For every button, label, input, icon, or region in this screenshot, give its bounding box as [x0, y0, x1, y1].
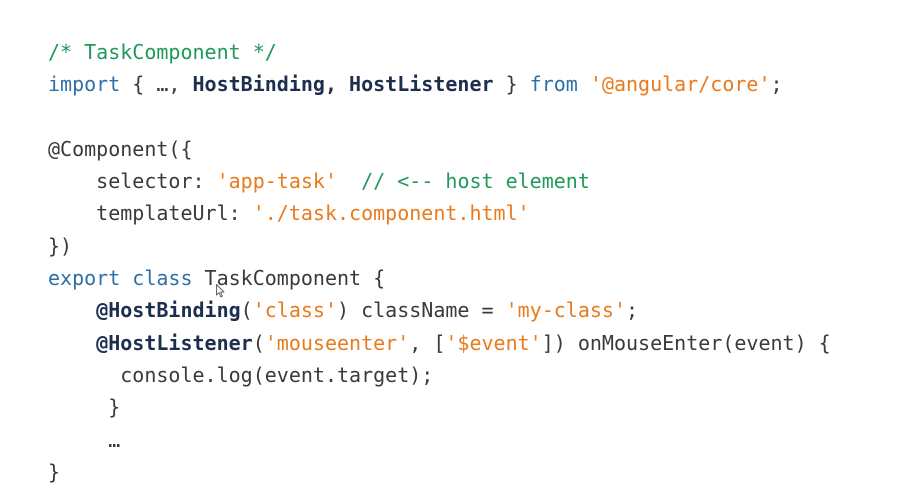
code-text: ) className =: [337, 298, 506, 323]
string-class: 'class': [252, 298, 338, 323]
keyword-from: from: [529, 72, 578, 97]
mouse-cursor-icon: [216, 284, 225, 298]
string-mouseenter: 'mouseenter': [264, 330, 410, 355]
code-line-6: templateUrl: './task.component.html': [48, 197, 831, 229]
code-text: ]) onMouseEnter(event) {: [541, 330, 831, 355]
code-text: ;: [770, 72, 783, 97]
code-text: console.log(event.target);: [48, 362, 434, 387]
code-comment: /* TaskComponent */: [48, 40, 277, 64]
code-text: (: [252, 330, 265, 355]
string-event: '$event': [445, 330, 542, 355]
code-line-9: @HostBinding('class') className = 'my-cl…: [48, 294, 831, 326]
code-line-1: /* TaskComponent */: [48, 36, 831, 68]
string-template-url: './task.component.html': [252, 201, 530, 226]
code-comment: // <-- host element: [361, 169, 590, 194]
code-line-8: export class TaskComponent {: [48, 262, 831, 294]
code-line-14: }: [48, 456, 831, 488]
code-line-5: selector: 'app-task' // <-- host element: [48, 165, 831, 197]
code-line-4: @Component({: [48, 133, 831, 165]
symbol-hostlistener: HostListener: [349, 72, 494, 97]
code-slide: /* TaskComponent */ import { …, HostBind…: [0, 0, 910, 501]
code-line-13: …: [48, 424, 831, 456]
decorator-hostlistener: @HostListener: [96, 330, 253, 355]
code-text: @Component({: [48, 136, 193, 161]
code-text: }): [48, 233, 73, 258]
code-text: …: [48, 427, 121, 452]
code-text: (: [240, 298, 253, 323]
code-line-12: }: [48, 391, 831, 423]
code-text: , [: [409, 330, 446, 355]
code-text: }: [493, 72, 530, 97]
string-module: '@angular/core': [589, 72, 771, 97]
code-line-7: }): [48, 230, 831, 262]
decorator-hostbinding: @HostBinding: [96, 298, 241, 323]
code-block: /* TaskComponent */ import { …, HostBind…: [48, 36, 831, 488]
code-line-11: console.log(event.target);: [48, 359, 831, 391]
code-text: ,: [324, 72, 350, 97]
keyword-export: export: [48, 266, 121, 291]
code-text: }: [48, 459, 61, 484]
code-text: }: [48, 395, 121, 420]
code-key: selector:: [96, 169, 217, 194]
keyword-import: import: [48, 72, 121, 97]
string-selector: 'app-task': [216, 169, 338, 194]
code-text: { …,: [120, 72, 193, 97]
code-key: templateUrl:: [96, 201, 253, 226]
symbol-hostbinding: HostBinding: [192, 72, 325, 97]
code-text: ;: [626, 298, 639, 323]
code-line-3-blank: [48, 101, 831, 133]
code-line-10: @HostListener('mouseenter', ['$event']) …: [48, 327, 831, 359]
string-my-class: 'my-class': [505, 298, 627, 323]
keyword-class: class: [132, 266, 193, 291]
code-line-2: import { …, HostBinding, HostListener } …: [48, 68, 831, 100]
